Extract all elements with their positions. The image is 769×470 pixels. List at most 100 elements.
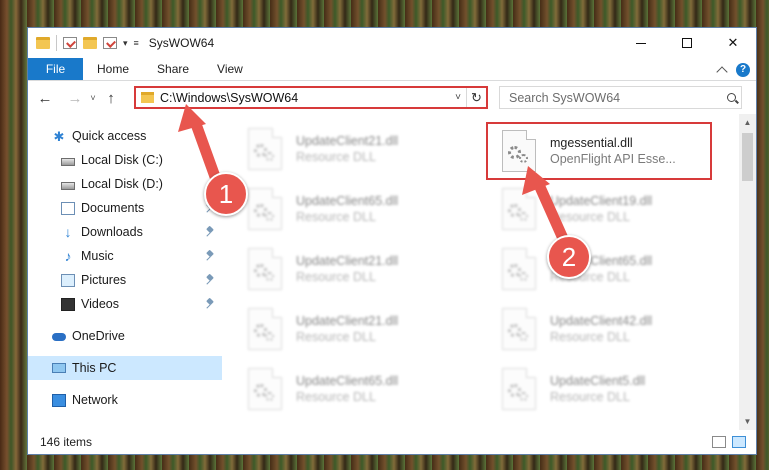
sidebar-item-videos[interactable]: Videos [28,292,222,316]
file-type: Resource DLL [550,330,630,344]
sidebar-item-label: Music [81,249,114,263]
highlight-box [486,122,712,180]
sidebar-item-label: This PC [72,361,117,375]
tab-home[interactable]: Home [83,58,143,80]
toolbar-separator [56,35,57,51]
sidebar-item-label: Local Disk (C:) [81,153,163,167]
sidebar-item-label: Documents [81,201,145,215]
pin-icon[interactable] [207,227,213,237]
recent-locations-button[interactable]: ˅ [86,86,100,110]
disk-icon [61,181,75,190]
cloud-icon [52,333,66,341]
sidebar-item-this-pc[interactable]: This PC [28,356,222,380]
list-item[interactable]: UpdateClient65.dll Resource DLL [234,362,454,416]
sidebar-item-network[interactable]: Network [28,388,222,412]
address-bar[interactable]: C:\Windows\SysWOW64 ˅ ↻ [134,86,488,109]
status-bar: 146 items [28,430,756,454]
sidebar-item-label: Quick access [72,129,147,143]
navigation-pane: ✱ Quick access Local Disk (C:) Local Dis… [28,124,222,424]
tab-file[interactable]: File [28,58,83,80]
pin-icon[interactable] [207,251,213,261]
search-box[interactable]: Search SysWOW64 [499,86,742,109]
file-name: UpdateClient21.dll [296,254,399,268]
sidebar-item-music[interactable]: ♪ Music [28,244,222,268]
folder-icon [36,37,50,49]
tab-share[interactable]: Share [143,58,203,80]
step-badge-1: 1 [204,172,248,216]
view-buttons [712,436,746,448]
file-type: Resource DLL [296,210,376,224]
customize-dropdown-icon[interactable]: ▾ [123,38,128,49]
chevron-down-icon[interactable]: ˅ [450,92,466,103]
help-icon[interactable]: ? [736,62,750,77]
file-name: UpdateClient65.dll [296,194,399,208]
up-button[interactable]: ↑ [100,86,122,110]
scroll-thumb[interactable] [742,133,753,181]
ribbon-tabs: File Home Share View ? [28,58,756,81]
dll-file-icon [248,368,282,410]
list-item[interactable]: UpdateClient19.dll Resource DLL [488,182,708,236]
file-name: UpdateClient65.dll [296,374,399,388]
forward-button[interactable]: → [64,86,86,110]
maximize-button[interactable] [664,28,710,58]
properties-icon[interactable] [63,37,77,49]
list-item[interactable]: UpdateClient5.dll Resource DLL [488,362,708,416]
sidebar-item-local-disk-c[interactable]: Local Disk (C:) [28,148,222,172]
list-item[interactable]: UpdateClient65.dll Resource DLL [234,182,454,236]
sidebar-item-label: OneDrive [72,329,125,343]
sidebar-item-label: Local Disk (D:) [81,177,163,191]
maximize-icon [682,38,692,48]
sidebar-item-downloads[interactable]: ↓ Downloads [28,220,222,244]
customize-toolbar-icon[interactable] [103,37,117,49]
star-icon: ✱ [53,128,65,144]
close-button[interactable]: ✕ [710,28,756,58]
computer-icon [52,363,66,373]
network-icon [52,393,66,407]
title-bar: ▾ ≡ SysWOW64 ✕ [28,28,756,58]
pin-icon[interactable] [207,299,213,309]
details-view-icon[interactable] [712,436,726,448]
folder-icon [141,92,154,103]
dll-file-icon [502,368,536,410]
documents-icon [61,201,75,215]
file-type: Resource DLL [296,270,376,284]
large-icons-view-icon[interactable] [732,436,746,448]
file-type: Resource DLL [550,210,630,224]
list-item[interactable]: UpdateClient65.dll Resource DLL [488,242,708,296]
videos-icon [61,297,75,311]
search-icon[interactable] [721,93,741,102]
search-input[interactable]: Search SysWOW64 [500,91,721,105]
vertical-scrollbar[interactable]: ▲ ▼ [739,114,756,430]
dll-file-icon [248,248,282,290]
sidebar-item-documents[interactable]: Documents [28,196,222,220]
list-item[interactable]: UpdateClient21.dll Resource DLL [234,242,454,296]
file-type: Resource DLL [550,390,630,404]
toolbar-menu-icon[interactable]: ≡ [134,38,139,48]
dll-file-icon [248,128,282,170]
file-type: Resource DLL [296,150,376,164]
sidebar-item-pictures[interactable]: Pictures [28,268,222,292]
file-list: UpdateClient21.dll Resource DLL UpdateCli… [234,116,734,426]
sidebar-item-quick-access[interactable]: ✱ Quick access [28,124,222,148]
new-folder-icon[interactable] [83,37,97,49]
refresh-icon[interactable]: ↻ [466,88,486,107]
scroll-down-icon[interactable]: ▼ [739,413,756,430]
address-path[interactable]: C:\Windows\SysWOW64 [160,91,450,105]
scroll-up-icon[interactable]: ▲ [739,114,756,131]
music-icon: ♪ [64,247,72,264]
file-explorer-window: ▾ ≡ SysWOW64 ✕ File Home Share View ? ← … [27,27,757,455]
minimize-button[interactable] [618,28,664,58]
list-item[interactable]: UpdateClient42.dll Resource DLL [488,302,708,356]
sidebar-item-local-disk-d[interactable]: Local Disk (D:) [28,172,222,196]
chevron-up-icon[interactable] [716,65,728,78]
sidebar-item-label: Network [72,393,118,407]
tab-view[interactable]: View [203,58,257,80]
list-item[interactable]: UpdateClient21.dll Resource DLL [234,302,454,356]
ribbon-right-controls: ? [716,58,750,81]
file-name: UpdateClient19.dll [550,194,653,208]
sidebar-item-onedrive[interactable]: OneDrive [28,324,222,348]
pin-icon[interactable] [207,275,213,285]
back-button[interactable]: ← [34,86,56,110]
step-badge-2: 2 [547,235,591,279]
list-item[interactable]: UpdateClient21.dll Resource DLL [234,122,454,176]
